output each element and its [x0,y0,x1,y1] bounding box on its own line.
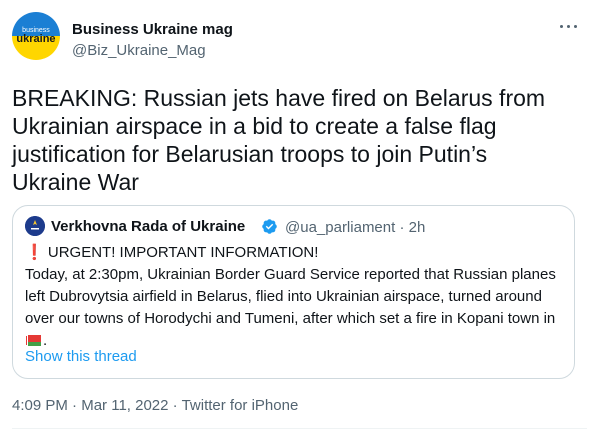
flag-icon [25,335,41,346]
tweet-text: BREAKING: Russian jets have fired on Bel… [12,85,546,195]
divider [12,428,587,429]
meta-separator: · [399,219,405,236]
quoted-urgent-text: URGENT! IMPORTANT INFORMATION! [47,244,319,261]
quoted-body: Today, at 2:30pm, Ukrainian Border Guard… [25,266,556,327]
business-ukraine-logo: business ukraine [12,12,60,60]
verified-badge-icon [262,219,277,234]
tweet-source[interactable]: Twitter for iPhone [182,397,299,414]
quoted-text: ❗ URGENT! IMPORTANT INFORMATION! Today, … [25,242,570,352]
tweet-date[interactable]: Mar 11, 2022 [81,397,168,414]
exclamation-icon: ❗ [25,244,44,261]
rada-logo[interactable] [25,216,45,236]
tweet-time[interactable]: 4:09 PM [12,397,68,414]
quoted-meta: @ua_parliament · 2h [285,219,425,236]
more-icon[interactable] [559,22,579,32]
footer-dot: · [72,397,78,414]
quoted-time[interactable]: 2h [409,219,426,236]
footer-dot: · [172,397,178,414]
show-thread-link[interactable]: Show this thread [25,348,137,365]
quoted-urgent-line: ❗ URGENT! IMPORTANT INFORMATION! [25,242,570,264]
logo-text-main: ukraine [16,33,55,45]
quoted-tweet[interactable]: Verkhovna Rada of Ukraine @ua_parliament… [12,205,575,379]
author-handle[interactable]: @Biz_Ukraine_Mag [72,42,206,59]
quoted-trailing: . [43,332,48,349]
author-name[interactable]: Business Ukraine mag [72,21,233,38]
tweet-footer: 4:09 PM · Mar 11, 2022 · Twitter for iPh… [12,397,298,414]
quoted-handle[interactable]: @ua_parliament [285,219,395,236]
quoted-author-name[interactable]: Verkhovna Rada of Ukraine [51,218,245,235]
author-avatar[interactable]: business ukraine [12,12,60,60]
